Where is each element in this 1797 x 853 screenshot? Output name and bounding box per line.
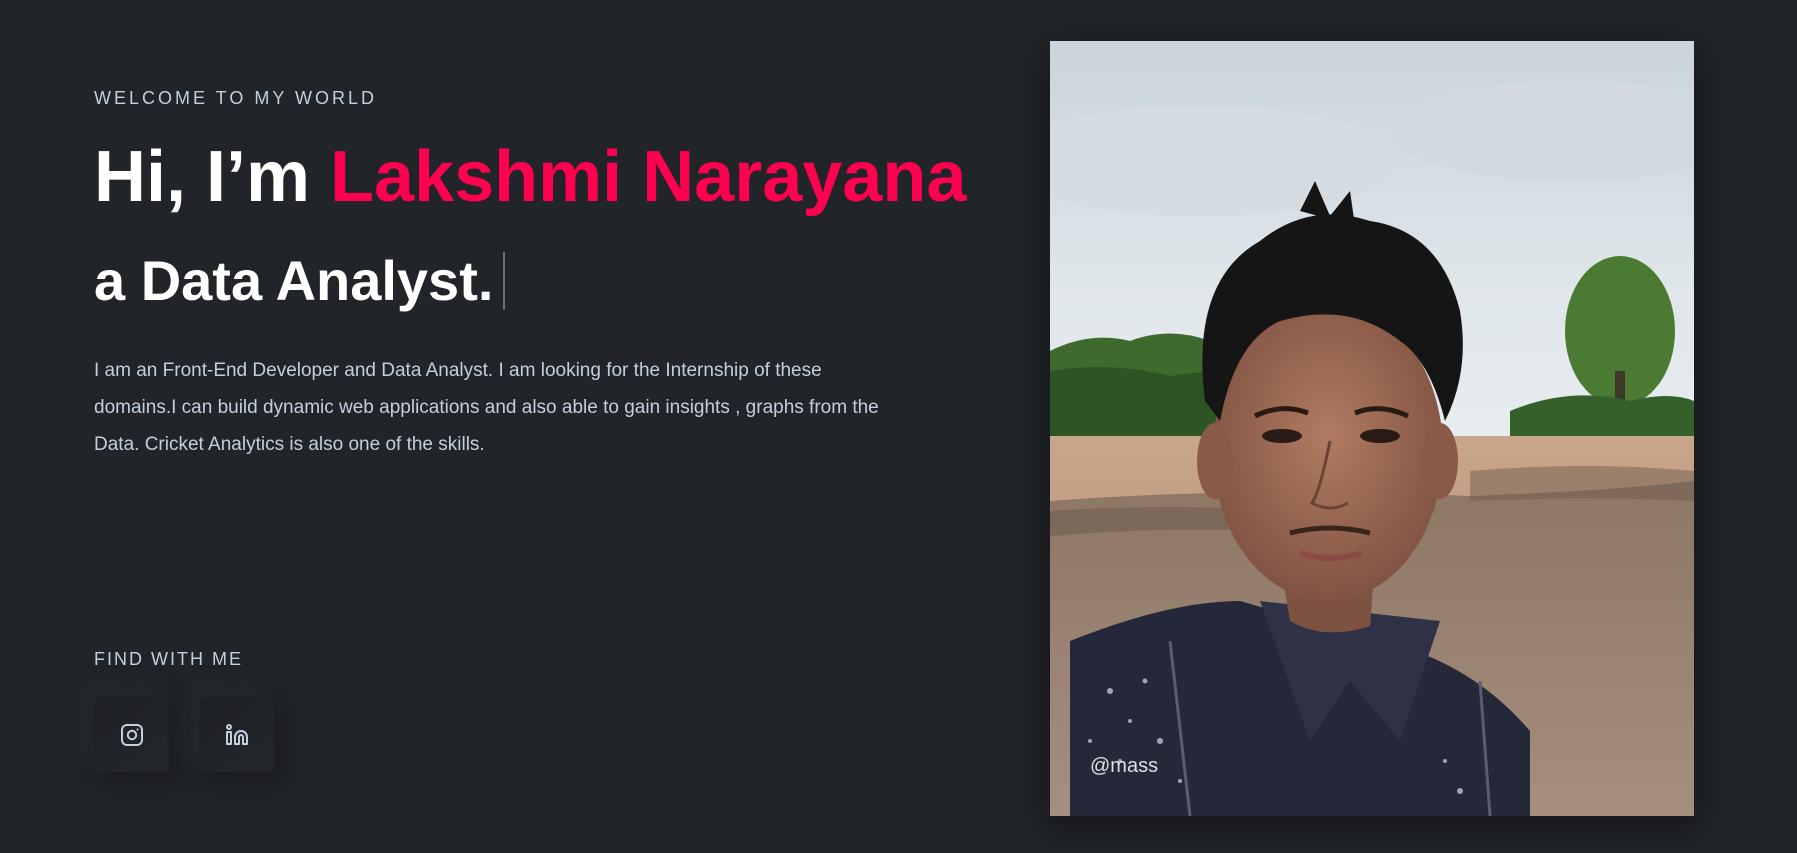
linkedin-icon (225, 723, 248, 745)
profile-photo: @mass (1050, 41, 1694, 816)
photo-watermark: @mass (1090, 755, 1159, 777)
social-links (94, 697, 274, 772)
hero-description: I am an Front-End Developer and Data Ana… (94, 360, 879, 455)
hero-name: Lakshmi Narayana (330, 137, 967, 217)
find-with-me-heading: FIND WITH ME (94, 649, 243, 669)
welcome-eyebrow: WELCOME TO MY WORLD (94, 88, 378, 108)
hero-section: WELCOME TO MY WORLD Hi, I’m Lakshmi Nara… (0, 0, 1797, 853)
linkedin-button[interactable] (199, 697, 274, 772)
hero-role: a Data Analyst. (94, 249, 506, 312)
hero-title: Hi, I’m Lakshmi Narayana (94, 137, 967, 217)
greeting-text: Hi, I’m (94, 137, 331, 217)
portrait-image (1050, 41, 1694, 816)
typing-cursor (503, 251, 506, 310)
instagram-button[interactable] (94, 697, 169, 772)
instagram-icon (120, 723, 143, 746)
role-text: a Data Analyst. (94, 249, 494, 312)
